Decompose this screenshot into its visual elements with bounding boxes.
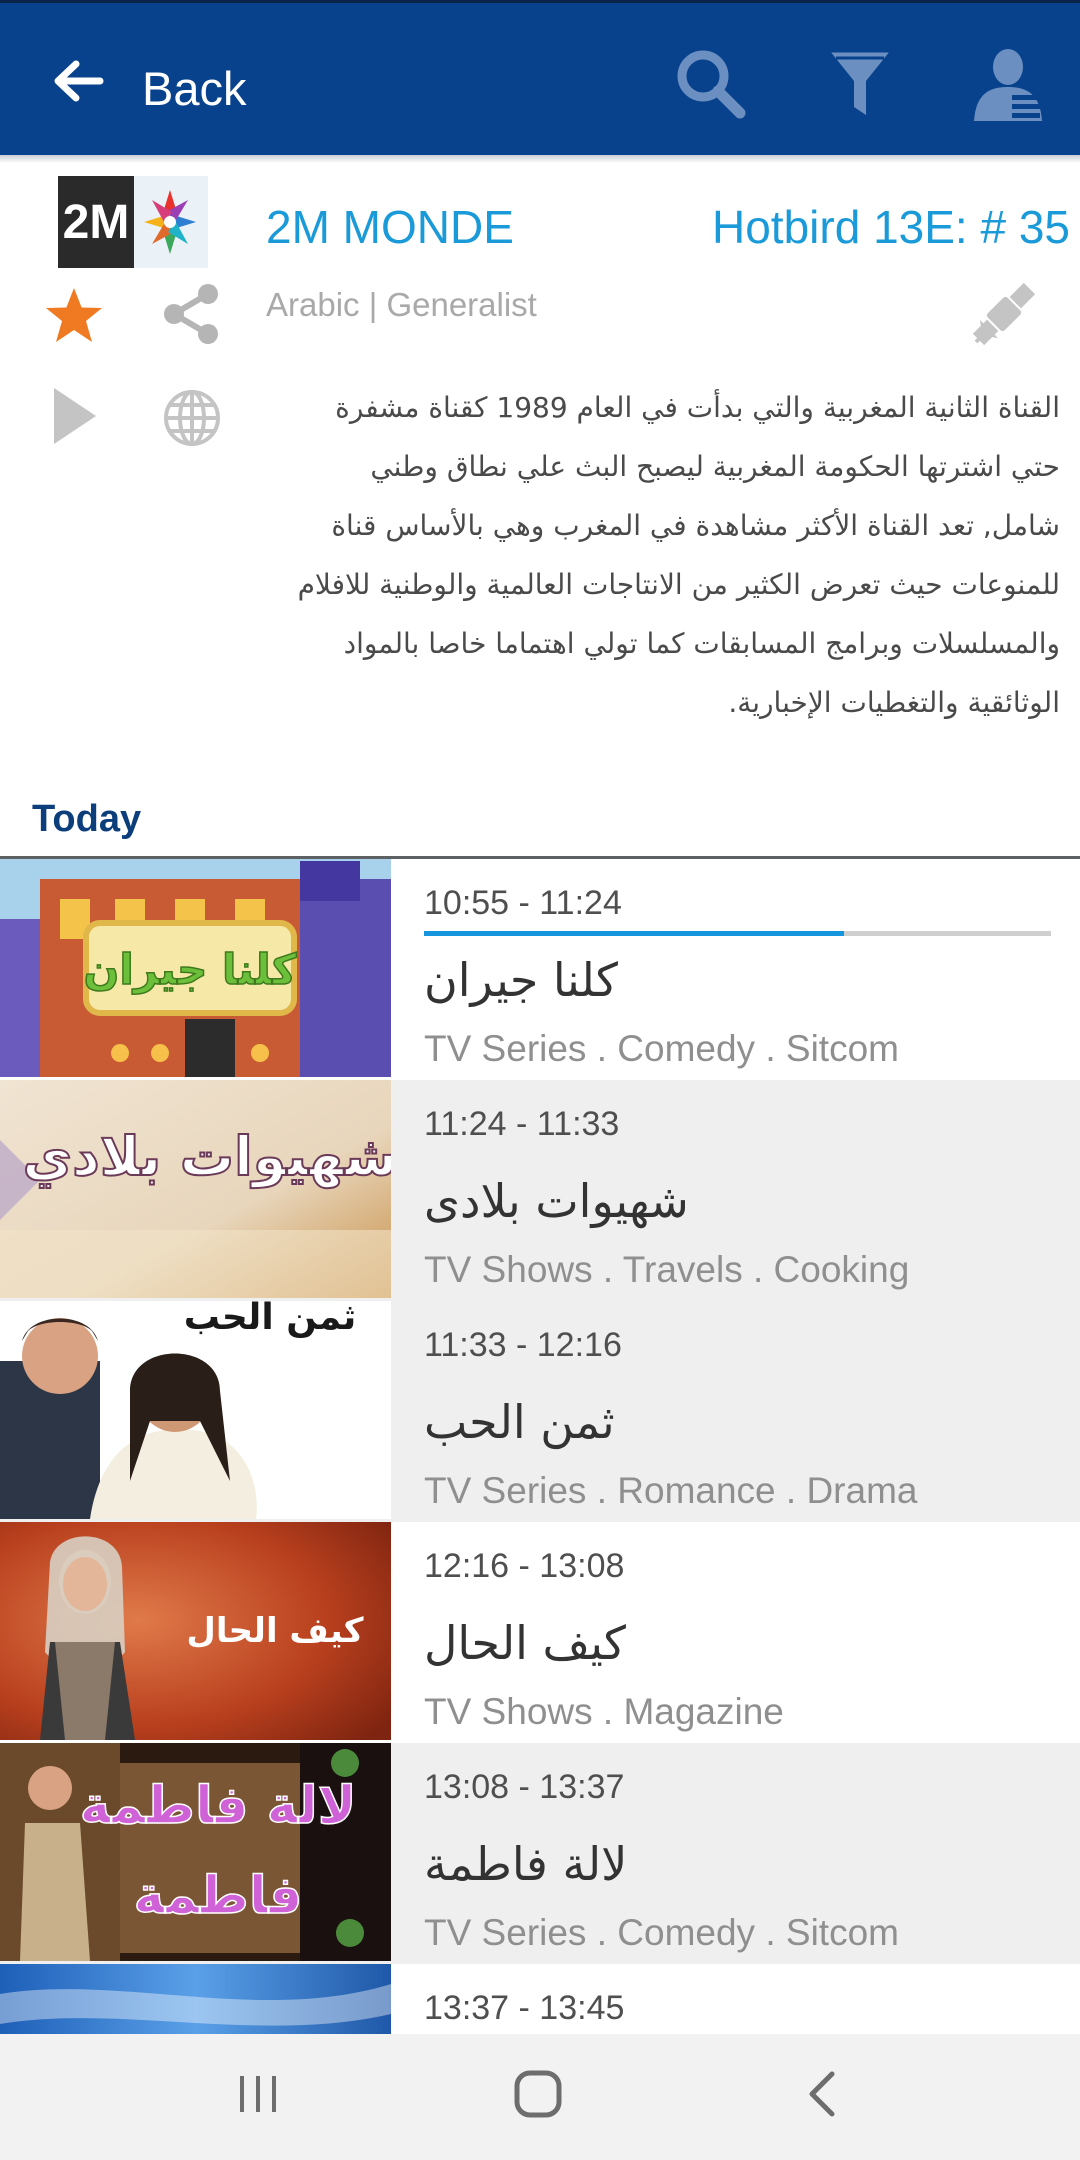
back-arrow-icon[interactable] <box>48 51 108 116</box>
program-thumbnail: كلنا جيران <box>0 859 391 1077</box>
program-genre: TV Shows . Travels . Cooking <box>424 1249 910 1290</box>
globe-icon[interactable] <box>162 388 222 453</box>
svg-text:فاطمة: فاطمة <box>134 1866 303 1926</box>
program-genre: TV Series . Comedy . Sitcom <box>424 1912 899 1953</box>
program-progress-fill <box>424 931 845 936</box>
program-time: 11:24 - 11:33 <box>424 1105 620 1143</box>
satellite-icon[interactable] <box>966 276 1042 357</box>
search-icon[interactable] <box>670 43 750 128</box>
section-title-today: Today <box>32 798 142 840</box>
play-icon[interactable] <box>52 386 98 451</box>
program-thumbnail: كيف الحال <box>0 1522 391 1740</box>
thumbnail-text: لالة فاطمة <box>80 1776 357 1836</box>
program-row[interactable]: 13:37 - 13:45 <box>0 1964 1080 2034</box>
share-icon[interactable] <box>162 282 222 351</box>
thumbnail-text: كيف الحال <box>186 1611 363 1651</box>
program-genre: TV Shows . Magazine <box>424 1691 784 1732</box>
program-thumbnail: شهيوات بلادي <box>0 1080 391 1298</box>
program-thumbnail: ثمن الحب <box>0 1301 391 1519</box>
program-time: 13:08 - 13:37 <box>424 1768 625 1806</box>
program-time: 10:55 - 11:24 <box>424 884 622 922</box>
channel-name: 2M MONDE <box>266 201 514 253</box>
recent-apps-icon[interactable] <box>236 2066 280 2127</box>
program-list[interactable]: كلنا جيران 10:55 - 11:24 كلنا جيران TV S… <box>0 859 1080 2034</box>
program-row[interactable]: لالة فاطمة فاطمة 13:08 - 13:37 لالة فاطم… <box>0 1743 1080 1964</box>
program-title: كيف الحال <box>424 1616 626 1670</box>
nav-back-icon[interactable] <box>800 2066 844 2127</box>
channel-logo-text: 2M <box>63 196 130 249</box>
program-time: 13:37 - 13:45 <box>424 1989 625 2027</box>
program-time: 11:33 - 12:16 <box>424 1326 622 1364</box>
program-thumbnail <box>0 1964 391 2034</box>
thumbnail-text: شهيوات بلادي <box>23 1125 391 1188</box>
program-title: لالة فاطمة <box>424 1837 628 1891</box>
program-row[interactable]: ثمن الحب 11:33 - 12:16 ثمن الحب TV Serie… <box>0 1301 1080 1522</box>
channel-description: القناة الثانية المغربية والتي بدأت في ال… <box>297 391 1060 719</box>
profile-icon[interactable] <box>968 43 1048 128</box>
header-shadow <box>0 155 1080 163</box>
channel-logo: 2M <box>58 176 208 268</box>
home-icon[interactable] <box>513 2066 565 2127</box>
filter-icon[interactable] <box>824 43 896 128</box>
thumbnail-text: ثمن الحب <box>184 1301 357 1338</box>
program-title: شهيوات بلادى <box>424 1174 689 1228</box>
program-row[interactable]: كلنا جيران 10:55 - 11:24 كلنا جيران TV S… <box>0 859 1080 1080</box>
program-thumbnail: لالة فاطمة فاطمة <box>0 1743 391 1961</box>
program-title: ثمن الحب <box>424 1395 615 1449</box>
favorite-star-icon[interactable] <box>44 286 104 349</box>
system-nav-bar <box>0 2034 1080 2160</box>
program-genre: TV Series . Romance . Drama <box>424 1470 918 1511</box>
satellite-position: Hotbird 13E: # 35 <box>712 201 1071 253</box>
program-title: كلنا جيران <box>424 953 618 1007</box>
thumbnail-text: كلنا جيران <box>84 945 297 995</box>
program-genre: TV Series . Comedy . Sitcom <box>424 1028 899 1069</box>
program-time: 12:16 - 13:08 <box>424 1547 625 1585</box>
channel-language-genre: Arabic | Generalist <box>266 286 537 323</box>
back-button[interactable]: Back <box>142 61 247 117</box>
top-app-bar: Back <box>0 0 1080 155</box>
program-row[interactable]: شهيوات بلادي 11:24 - 11:33 شهيوات بلادى … <box>0 1080 1080 1301</box>
program-row[interactable]: كيف الحال 12:16 - 13:08 كيف الحال TV Sho… <box>0 1522 1080 1743</box>
program-progress <box>424 931 1051 936</box>
